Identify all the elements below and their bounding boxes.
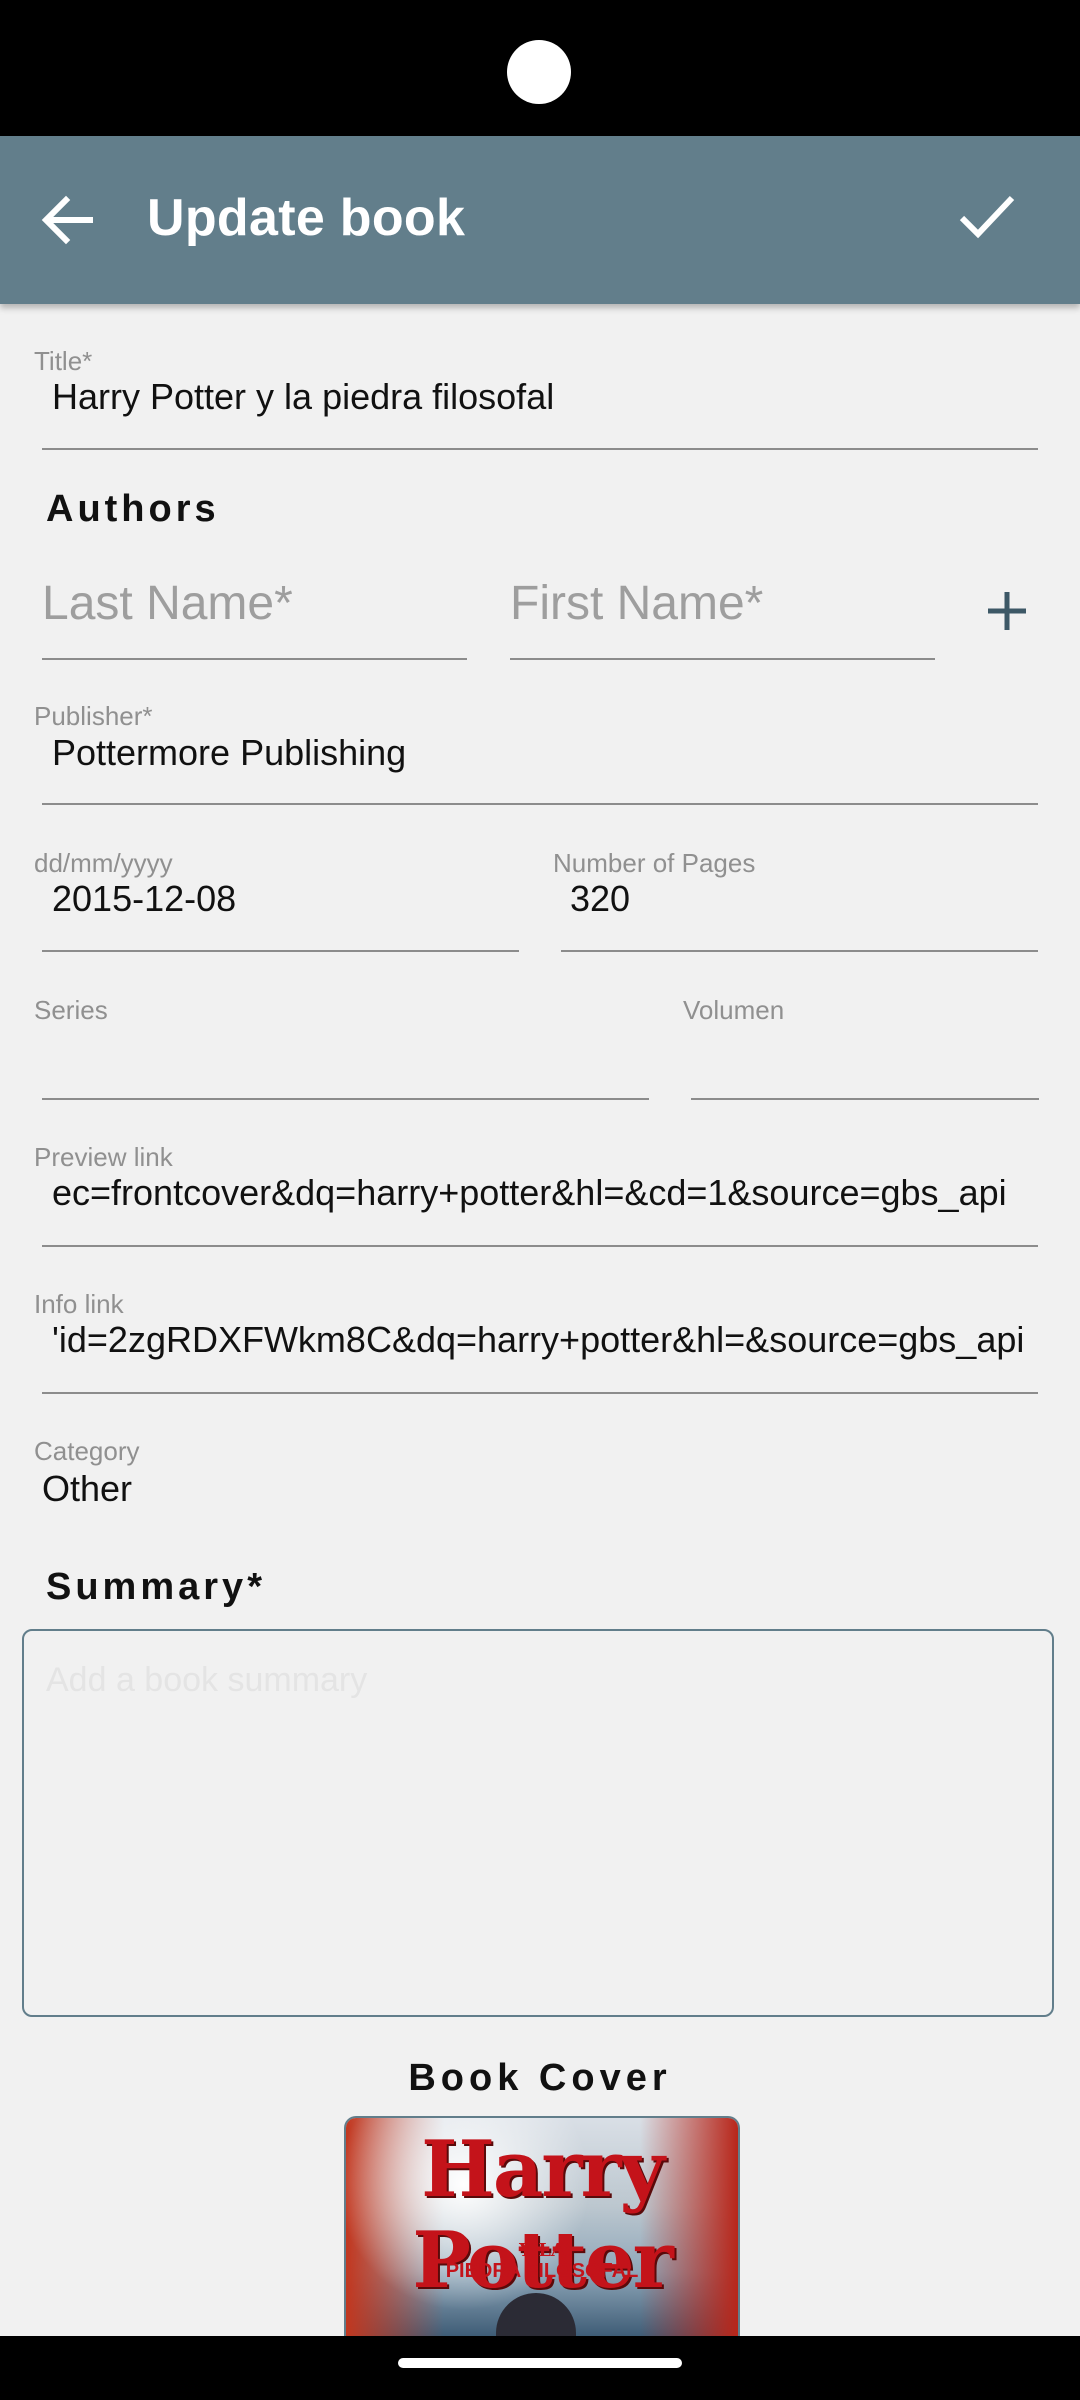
- title-input[interactable]: Harry Potter y la piedra filosofal: [52, 376, 1032, 418]
- back-button[interactable]: [30, 180, 110, 260]
- series-input[interactable]: [52, 1026, 632, 1070]
- status-bar: [0, 0, 1080, 136]
- summary-placeholder: Add a book summary: [46, 1661, 368, 1699]
- last-name-underline: [42, 658, 467, 660]
- camera-cutout: [507, 40, 571, 104]
- cover-subtitle-line2: PIEDRA FILOSOFAL: [445, 2260, 639, 2282]
- pages-input[interactable]: 320: [570, 878, 1020, 920]
- first-name-input[interactable]: First Name*: [510, 576, 763, 631]
- category-select[interactable]: Other: [42, 1468, 442, 1510]
- preview-link-label: Preview link: [34, 1142, 173, 1172]
- app-bar: Update book: [0, 136, 1080, 304]
- series-underline: [42, 1098, 649, 1100]
- navigation-bar: [0, 2336, 1080, 2400]
- checkmark-icon: [959, 195, 1015, 239]
- page-title: Update book: [147, 189, 466, 247]
- summary-heading: Summary*: [46, 1566, 266, 1608]
- preview-link-underline: [42, 1245, 1038, 1247]
- volume-label: Volumen: [683, 995, 785, 1025]
- book-form: Title* Harry Potter y la piedra filosofa…: [0, 304, 1080, 2336]
- add-author-button[interactable]: [980, 584, 1034, 638]
- last-name-input[interactable]: Last Name*: [42, 576, 293, 631]
- save-button[interactable]: [946, 176, 1026, 256]
- cover-subtitle-line1: Y LA: [519, 2240, 565, 2261]
- pages-underline: [561, 950, 1038, 952]
- info-link-input[interactable]: 'id=2zgRDXFWkm8C&dq=harry+potter&hl=&sou…: [52, 1319, 1028, 1361]
- info-link-label: Info link: [34, 1289, 124, 1319]
- volume-underline: [691, 1098, 1039, 1100]
- first-name-underline: [510, 658, 935, 660]
- pages-label: Number of Pages: [553, 848, 756, 878]
- date-underline: [42, 950, 519, 952]
- authors-heading: Authors: [46, 488, 220, 530]
- date-input[interactable]: 2015-12-08: [52, 878, 502, 920]
- arrow-left-icon: [41, 195, 93, 245]
- plus-icon: [988, 592, 1026, 630]
- book-cover-heading: Book Cover: [408, 2057, 672, 2099]
- info-link-underline: [42, 1392, 1038, 1394]
- volume-input[interactable]: [700, 1026, 1030, 1070]
- series-label: Series: [34, 995, 108, 1025]
- home-gesture-handle[interactable]: [398, 2358, 682, 2368]
- publisher-input[interactable]: Pottermore Publishing: [52, 732, 1032, 774]
- title-underline: [42, 448, 1038, 450]
- date-label: dd/mm/yyyy: [34, 848, 173, 878]
- summary-textarea[interactable]: Add a book summary: [22, 1629, 1054, 2017]
- title-label: Title*: [34, 346, 93, 376]
- category-label: Category: [34, 1436, 140, 1466]
- book-cover-image[interactable]: Harry Potter Y LA PIEDRA FILOSOFAL: [344, 2116, 740, 2336]
- publisher-label: Publisher*: [34, 701, 153, 731]
- publisher-underline: [42, 803, 1038, 805]
- preview-link-input[interactable]: ec=frontcover&dq=harry+potter&hl=&cd=1&s…: [52, 1172, 1028, 1214]
